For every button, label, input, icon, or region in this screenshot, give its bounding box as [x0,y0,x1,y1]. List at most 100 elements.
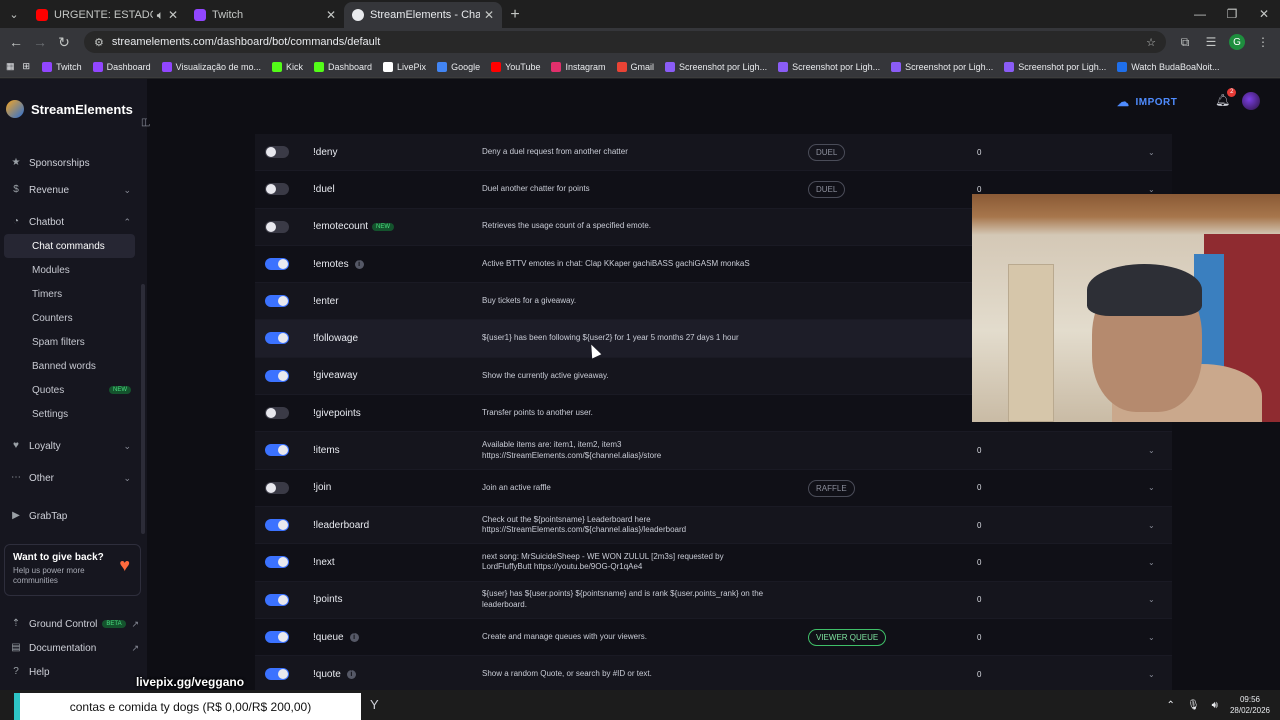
bookmark-item[interactable]: Screenshot por Ligh... [778,61,880,72]
command-toggle[interactable] [265,220,289,233]
command-row[interactable]: !quote i Show a random Quote, or search by… [255,656,1172,694]
bookmark-item[interactable]: Visualização de mo... [161,61,261,72]
close-tab-icon[interactable]: ✕ [168,8,178,22]
browser-tab-twitch[interactable]: Twitch ✕ [186,2,344,28]
sidebar-item-spam-filters[interactable]: Spam filters [0,330,147,354]
info-icon[interactable]: i [354,259,364,269]
expand-chevron-icon[interactable]: ⌄ [1148,656,1155,692]
command-toggle[interactable] [265,332,289,345]
command-toggle[interactable] [265,146,289,158]
command-toggle[interactable] [265,668,289,681]
command-toggle[interactable] [265,518,289,531]
new-tab-button[interactable]: + [502,2,528,28]
speaker-icon[interactable]: 🔈︎ [157,8,164,23]
close-tab-icon[interactable]: ✕ [484,8,494,22]
back-icon[interactable]: ← [4,30,28,54]
sidebar-item-grabtap[interactable]: ▶ GrabTap [0,504,147,528]
bookmark-item[interactable]: Screenshot por Ligh... [665,61,767,72]
info-icon[interactable]: i [349,632,359,642]
close-tab-icon[interactable]: ✕ [326,8,336,22]
command-toggle[interactable] [265,407,289,420]
sidebar-item-quotes[interactable]: Quotes NEW [0,378,147,402]
sidebar-item-help[interactable]: ? Help [0,660,147,684]
bookmark-item[interactable]: YouTube [491,61,540,72]
reading-list-icon[interactable]: ☰ [1198,30,1224,54]
sidebar-item-chatbot[interactable]: ◔ Chatbot ⌃ [0,210,147,234]
volume-icon[interactable]: 🔊︎ [1212,700,1218,711]
browser-tab-youtube[interactable]: URGENTE: ESTADOS UNIDOS 🔈︎ ✕ [28,2,186,28]
profile-avatar[interactable]: G [1224,30,1250,54]
bookmark-item[interactable]: Instagram [551,61,606,72]
taskbar-clock[interactable]: 09:56 28/02/2026 [1230,694,1270,716]
microphone-icon[interactable]: 🎙︎ [1187,700,1200,711]
give-back-card[interactable]: Want to give back? Help us power more co… [4,544,141,596]
bookmark-item[interactable]: Google [437,61,480,72]
bookmark-item[interactable]: Watch BudaBoaNoit... [1117,61,1219,72]
browser-menu-icon[interactable]: ⋮ [1250,30,1276,54]
user-avatar[interactable] [1242,92,1260,110]
sidebar-scrollbar[interactable] [141,284,145,534]
apps-icon[interactable]: ⊞ [23,61,31,72]
command-toggle[interactable] [265,369,289,382]
bookmark-item[interactable]: Dashboard [314,61,372,72]
sidebar-item-documentation[interactable]: ▤ Documentation ↗ [0,636,147,660]
bookmark-item[interactable]: Gmail [616,61,654,72]
sidebar-item-chat-commands[interactable]: Chat commands [4,234,135,258]
address-bar[interactable]: ⚙ streamelements.com/dashboard/bot/comma… [84,31,1166,53]
command-row[interactable]: !points ${user} has ${user.points} ${poin… [255,581,1172,619]
command-toggle[interactable] [265,593,289,606]
command-row[interactable]: !join Join an active raffle RAFFLE 0 ⌄ [255,469,1172,507]
reload-icon[interactable]: ↻ [52,30,76,54]
tray-chevron-icon[interactable]: ⌃ [1167,700,1175,711]
command-toggle[interactable] [265,257,289,270]
info-icon[interactable]: i [346,669,356,679]
command-toggle[interactable] [265,444,289,457]
sidebar-item-loyalty[interactable]: ♥ Loyalty ⌄ [0,434,147,458]
sidebar-item-banned-words[interactable]: Banned words [0,354,147,378]
command-row[interactable]: !leaderboard Check out the ${pointsname} … [255,506,1172,545]
bookmark-item[interactable]: LivePix [383,61,426,72]
command-row[interactable]: !next next song: MrSuicideSheep - WE WON … [255,544,1172,582]
tab-search-icon[interactable]: ⌄ [0,0,28,28]
expand-chevron-icon[interactable]: ⌄ [1148,544,1155,580]
expand-chevron-icon[interactable]: ⌄ [1148,619,1155,655]
sidebar-item-ground-control[interactable]: ⇡ Ground Control BETA ↗ [0,612,147,636]
sidebar-item-timers[interactable]: Timers [0,282,147,306]
sidebar-item-revenue[interactable]: $ Revenue ⌄ [0,178,147,202]
browser-tab-streamelements[interactable]: StreamElements - Chat comma ✕ [344,2,502,28]
command-toggle[interactable] [265,630,289,643]
sidebar-item-counters[interactable]: Counters [0,306,147,330]
taskbar-app-icon[interactable]: Y [370,697,379,712]
forward-icon[interactable]: → [28,30,52,54]
sidebar-item-other[interactable]: ⋯ Other ⌄ [0,466,147,490]
restore-icon[interactable]: ❐ [1216,0,1248,28]
sidebar-item-modules[interactable]: Modules [0,258,147,282]
command-toggle[interactable] [265,556,289,569]
command-toggle[interactable] [265,295,289,308]
command-row[interactable]: !queue i Create and manage queues with you… [255,618,1172,657]
expand-chevron-icon[interactable]: ⌄ [1148,582,1155,618]
brand-logo[interactable]: StreamElements [6,100,133,118]
sidebar-item-sponsorships[interactable]: ★ Sponsorships [0,151,147,175]
close-window-icon[interactable]: ✕ [1248,0,1280,28]
expand-chevron-icon[interactable]: ⌄ [1148,134,1155,170]
command-row[interactable]: !items Available items are: item1, item2,… [255,432,1172,470]
bookmark-item[interactable]: Kick [272,61,303,72]
bookmark-item[interactable]: Dashboard [92,61,151,72]
site-settings-icon[interactable]: ⚙ [94,36,104,49]
bookmark-item[interactable]: Twitch [42,61,82,72]
command-toggle[interactable] [265,183,289,196]
extensions-icon[interactable]: ⧉ [1172,30,1198,54]
bookmark-item[interactable]: Screenshot por Ligh... [1004,61,1106,72]
sidebar-item-settings[interactable]: Settings [0,402,147,426]
bookmark-star-icon[interactable]: ☆ [1146,36,1156,49]
expand-chevron-icon[interactable]: ⌄ [1148,470,1155,506]
bookmark-sidebar-icon[interactable]: ▦ [6,61,15,72]
expand-chevron-icon[interactable]: ⌄ [1148,432,1155,468]
bookmark-item[interactable]: Screenshot por Ligh... [891,61,993,72]
notifications-icon[interactable]: 🔔︎ 2 [1215,88,1237,107]
import-button[interactable]: ☁ IMPORT [1117,95,1177,109]
command-row[interactable]: !deny Deny a duel request from another ch… [255,134,1172,172]
command-toggle[interactable] [265,481,289,494]
expand-chevron-icon[interactable]: ⌄ [1148,507,1155,543]
